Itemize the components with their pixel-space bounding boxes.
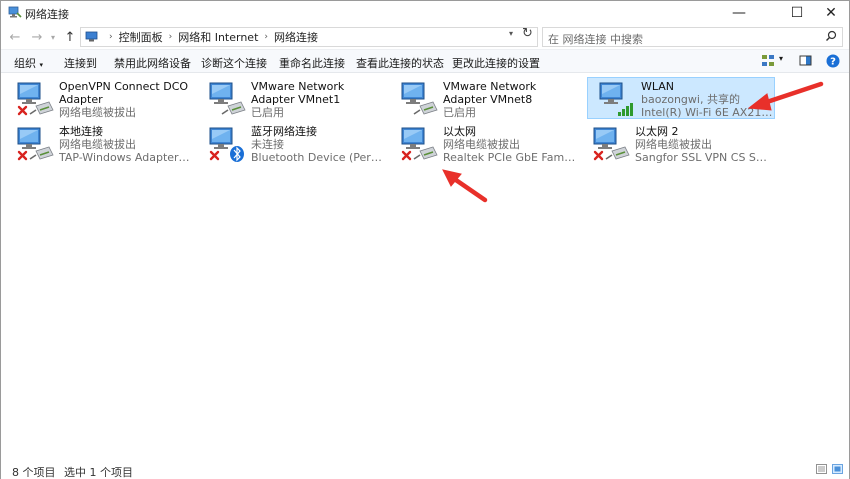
network-connections-window: 网络连接 — ☐ ✕ ← → ▾ ↑ › 控制面板 › 网络和 Internet… <box>0 0 850 479</box>
help-icon[interactable]: ? <box>826 54 840 68</box>
connection-item[interactable]: 蓝牙网络连接未连接Bluetooth Device (Personal Area… <box>197 122 385 164</box>
connection-name: VMware Network Adapter VMnet8 <box>443 80 537 106</box>
connection-status: 已启用 <box>251 106 284 119</box>
connection-status: 网络电缆被拔出 <box>59 106 136 119</box>
details-view-icon[interactable] <box>816 464 827 474</box>
view-options-chevron-icon[interactable]: ▾ <box>779 54 783 63</box>
change-settings-button[interactable]: 更改此连接的设置 <box>452 55 540 71</box>
connection-name: OpenVPN Connect DCO Adapter <box>59 80 189 106</box>
arrow-to-ethernet <box>442 169 488 203</box>
search-icon[interactable] <box>825 30 837 42</box>
network-adapter-disconnected-icon <box>593 127 630 161</box>
forward-button[interactable]: → <box>28 28 46 46</box>
chevron-down-icon: ▾ <box>39 61 44 69</box>
bluetooth-adapter-disconnected-icon <box>209 127 244 162</box>
network-adapter-icon <box>209 82 246 115</box>
diagnose-button[interactable]: 诊断这个连接 <box>201 55 267 71</box>
connection-item[interactable]: 以太网网络电缆被拔出Realtek PCIe GbE Family Contro… <box>389 122 577 164</box>
refresh-icon[interactable]: ↻ <box>522 26 533 41</box>
preview-pane-icon[interactable] <box>799 54 812 67</box>
minimize-button[interactable]: — <box>717 1 761 25</box>
recent-locations-button[interactable]: ▾ <box>48 28 58 46</box>
view-status-button[interactable]: 查看此连接的状态 <box>356 55 444 71</box>
connection-item[interactable]: WLAN baozongwi, 共享的 Intel(R) Wi-Fi 6E AX21… <box>587 77 775 119</box>
close-button[interactable]: ✕ <box>809 1 850 25</box>
connection-name: VMware Network Adapter VMnet1 <box>251 80 345 106</box>
breadcrumb-network-internet[interactable]: 网络和 Internet <box>178 29 258 45</box>
connection-item[interactable]: OpenVPN Connect DCO Adapter 网络电缆被拔出 <box>5 77 193 119</box>
network-adapter-icon <box>401 82 438 115</box>
connection-device: Realtek PCIe GbE Family Controller <box>443 151 577 164</box>
title-bar: 网络连接 — ☐ ✕ <box>1 1 849 25</box>
selection-count: 选中 1 个项目 <box>64 466 133 479</box>
connect-to-button[interactable]: 连接到 <box>64 55 97 71</box>
connection-item[interactable]: VMware Network Adapter VMnet1 已启用 <box>197 77 385 119</box>
window-title: 网络连接 <box>25 8 69 21</box>
network-adapter-disconnected-icon <box>17 127 54 161</box>
breadcrumb-separator: › <box>168 32 173 42</box>
breadcrumb-control-panel[interactable]: 控制面板 <box>119 29 163 45</box>
connection-item[interactable]: VMware Network Adapter VMnet8 已启用 <box>389 77 577 119</box>
connection-item[interactable]: 以太网 2网络电缆被拔出Sangfor SSL VPN CS Support S… <box>581 122 769 164</box>
status-bar: 8 个项目 选中 1 个项目 <box>1 459 849 479</box>
address-dropdown-icon[interactable]: ▾ <box>509 29 513 38</box>
connection-name: 以太网 2 <box>635 125 679 138</box>
rename-button[interactable]: 重命名此连接 <box>279 55 345 71</box>
connection-status: 网络电缆被拔出 <box>443 138 520 151</box>
up-button[interactable]: ↑ <box>61 28 79 46</box>
address-bar: ← → ▾ ↑ › 控制面板 › 网络和 Internet › 网络连接 ▾ ↻… <box>1 25 849 49</box>
item-count: 8 个项目 <box>12 466 56 479</box>
connection-name: 本地连接 <box>59 125 103 138</box>
breadcrumb-separator: › <box>264 32 269 42</box>
connection-device: TAP-Windows Adapter V9 for OpenVPN Conne… <box>59 151 193 164</box>
connection-name: 以太网 <box>443 125 476 138</box>
breadcrumb-network-connections[interactable]: 网络连接 <box>274 29 318 45</box>
wifi-adapter-icon <box>599 82 633 116</box>
control-panel-icon <box>85 31 98 42</box>
connection-device: Bluetooth Device (Personal Area Network) <box>251 151 385 164</box>
network-adapter-disconnected-icon <box>17 82 54 116</box>
command-bar: 组织 ▾ 连接到 禁用此网络设备 诊断这个连接 重命名此连接 查看此连接的状态 … <box>1 49 849 73</box>
connections-list: OpenVPN Connect DCO Adapter 网络电缆被拔出 VMware… <box>1 74 849 457</box>
connection-status: baozongwi, 共享的 <box>641 93 740 106</box>
connection-name: 蓝牙网络连接 <box>251 125 317 138</box>
change-view-icon[interactable] <box>761 54 775 68</box>
breadcrumb-separator: › <box>109 32 113 42</box>
address-box[interactable]: › 控制面板 › 网络和 Internet › 网络连接 <box>80 27 538 47</box>
connection-device: Sangfor SSL VPN CS Support System VNIC <box>635 151 769 164</box>
connection-status: 已启用 <box>443 106 476 119</box>
organize-button[interactable]: 组织 ▾ <box>14 55 43 71</box>
connection-status: 未连接 <box>251 138 284 151</box>
back-button[interactable]: ← <box>6 28 24 46</box>
disable-device-button[interactable]: 禁用此网络设备 <box>114 55 191 71</box>
connection-status: 网络电缆被拔出 <box>635 138 712 151</box>
connection-name: WLAN <box>641 80 675 93</box>
search-input[interactable]: 在 网络连接 中搜索 <box>542 27 843 47</box>
search-placeholder: 在 网络连接 中搜索 <box>548 33 643 46</box>
connection-item[interactable]: 本地连接网络电缆被拔出TAP-Windows Adapter V9 for Op… <box>5 122 193 164</box>
connection-device: Intel(R) Wi-Fi 6E AX211 160MHz <box>641 106 775 119</box>
large-icons-view-icon[interactable] <box>832 464 843 474</box>
connection-status: 网络电缆被拔出 <box>59 138 136 151</box>
network-adapter-disconnected-icon <box>401 127 438 161</box>
svg-text:?: ? <box>830 57 836 68</box>
network-connections-icon <box>8 6 22 18</box>
